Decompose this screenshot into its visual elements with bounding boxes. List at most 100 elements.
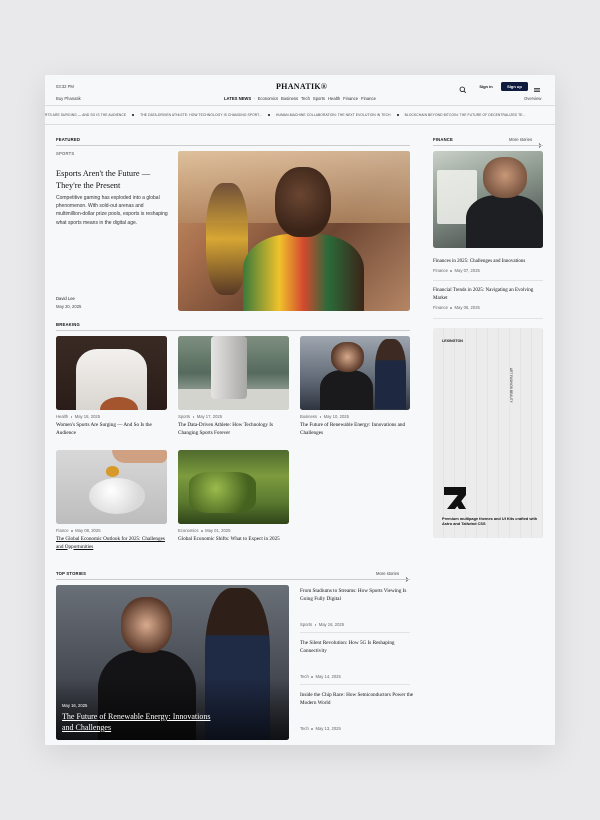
top-story-meta: Tech May 13, 2025 — [300, 726, 341, 731]
image-mossy-rock — [189, 472, 256, 513]
breaking-image[interactable] — [56, 336, 167, 410]
ad-side-text: ART FASHION BEAUTY — [509, 368, 513, 403]
ticker-item[interactable]: BLOCKCHAIN BEYOND BITCOIN: THE FUTURE OF… — [405, 113, 526, 117]
page: 03:32 PM PHANATIK® Sign in Sign up Buy P… — [45, 75, 555, 745]
menu-icon[interactable] — [532, 82, 542, 92]
top-stories-more-link[interactable]: More stories — [376, 571, 399, 576]
finance-story-title[interactable]: Financial Trends in 2025: Navigating an … — [433, 287, 537, 302]
ticker-dot — [267, 114, 270, 117]
top-story-hero-image[interactable]: May 16, 2025 The Future of Renewable Ene… — [56, 585, 289, 740]
overview-link[interactable]: Overview — [524, 96, 541, 101]
breaking-meta: Health May 18, 2025 — [56, 414, 100, 419]
breaking-card-title[interactable]: The Global Economic Outlook for 2025: Ch… — [56, 536, 167, 551]
nav-finance-2[interactable]: Finance — [361, 96, 376, 101]
hero-date: May 16, 2025 — [62, 703, 88, 708]
card-date: May 01, 2025 — [205, 528, 231, 533]
breaking-image[interactable] — [178, 450, 289, 524]
nav-health[interactable]: Health — [328, 96, 340, 101]
story-category[interactable]: Sports — [300, 622, 312, 627]
image-woman-body — [319, 370, 373, 410]
breaking-card-title[interactable]: The Data-Driven Athlete: How Technology … — [178, 422, 289, 437]
featured-title[interactable]: Esports Aren't the Future — They're the … — [56, 168, 168, 191]
story-divider — [300, 684, 410, 685]
featured-image[interactable] — [178, 151, 410, 311]
nav-latest-news[interactable]: LATES NEWS — [224, 96, 251, 101]
top-story-meta: Tech May 14, 2025 — [300, 674, 341, 679]
nav-economics[interactable]: Economics — [258, 96, 278, 101]
breaking-image[interactable] — [178, 336, 289, 410]
top-story-title[interactable]: Inside the Chip Race: How Semiconductors… — [300, 692, 415, 707]
story-category[interactable]: Tech — [300, 726, 309, 731]
ticker-item[interactable]: THE DATA-DRIVEN ATHLETE: HOW TECHNOLOGY … — [140, 113, 262, 117]
nav-business[interactable]: Business — [281, 96, 298, 101]
card-date: May 18, 2025 — [74, 414, 101, 419]
sign-up-button[interactable]: Sign up — [501, 82, 528, 91]
card-category[interactable]: Health — [56, 414, 68, 419]
ad-tagline: Premium multipage themes and UI Kits cra… — [442, 516, 538, 527]
buy-link[interactable]: Buy Phanatik — [56, 96, 81, 101]
card-category[interactable]: Business — [300, 414, 317, 419]
breaking-image[interactable] — [300, 336, 410, 410]
image-piggy-bank — [89, 478, 145, 514]
image-legs — [211, 336, 247, 399]
breaking-divider — [56, 330, 410, 331]
nav-separator: · — [254, 96, 256, 101]
story-category[interactable]: Finance — [433, 268, 448, 273]
top-story-meta: Sports May 16, 2025 — [300, 622, 344, 627]
finance-story-meta: Finance May 06, 2025 — [433, 305, 480, 310]
image-woman-head — [121, 597, 173, 654]
ticker-dot — [396, 114, 399, 117]
story-date: May 06, 2025 — [454, 305, 480, 310]
ticker-item[interactable]: HUMAN-MACHINE COLLABORATION: THE NEXT EV… — [276, 113, 391, 117]
breaking-card-title[interactable]: Global Economic Shifts: What to Expect i… — [178, 536, 289, 544]
story-category[interactable]: Finance — [433, 305, 448, 310]
nav-finance[interactable]: Finance — [343, 96, 358, 101]
sign-in-button[interactable]: Sign in — [473, 82, 499, 91]
top-stories-label: TOP STORIES — [56, 571, 87, 576]
search-icon[interactable] — [458, 82, 468, 94]
hero-title[interactable]: The Future of Renewable Energy: Innovati… — [62, 711, 222, 733]
image-athlete-body — [242, 234, 364, 311]
image-woman-head — [330, 341, 364, 372]
ad-banner[interactable]: LEXINGTON ART FASHION BEAUTY Premium mul… — [433, 328, 543, 538]
image-athlete-head — [275, 167, 332, 238]
card-date: May 17, 2025 — [196, 414, 223, 419]
breaking-label: BREAKING — [56, 322, 80, 327]
top-story-title[interactable]: From Stadiums to Streams: How Sports Vie… — [300, 588, 415, 603]
ticker-item[interactable]: RTS ARE SURGING — AND SO IS THE AUDIENCE — [45, 113, 126, 117]
finance-more-link[interactable]: More stories — [509, 137, 532, 142]
finance-story-title[interactable]: Finances in 2025: Challenges and Innovat… — [433, 258, 545, 266]
card-category[interactable]: Economics — [178, 528, 198, 533]
story-date: May 14, 2025 — [315, 674, 341, 679]
finance-item-divider — [433, 280, 543, 281]
clock-time: 03:32 PM — [56, 84, 74, 89]
news-ticker: RTS ARE SURGING — AND SO IS THE AUDIENCE… — [45, 113, 526, 117]
story-category[interactable]: Tech — [300, 674, 309, 679]
card-category[interactable]: Fiance — [56, 528, 69, 533]
ticker-divider — [45, 124, 555, 125]
story-divider — [300, 632, 410, 633]
featured-label: FEATURED — [56, 137, 81, 142]
nav-tech[interactable]: Tech — [301, 96, 310, 101]
breaking-card-title[interactable]: The Future of Renewable Energy: Innovati… — [300, 422, 410, 437]
finance-story-meta: Finance May 07, 2025 — [433, 268, 480, 273]
breaking-meta: Economics May 01, 2025 — [178, 528, 230, 533]
featured-author[interactable]: David Lee — [56, 296, 75, 301]
card-date: May 10, 2025 — [323, 414, 349, 419]
breaking-meta: Business May 10, 2025 — [300, 414, 349, 419]
top-story-title[interactable]: The Silent Revolution: How 5G Is Reshapi… — [300, 640, 415, 655]
finance-image[interactable] — [433, 151, 543, 248]
featured-category[interactable]: SPORTS — [56, 151, 74, 156]
main-nav: LATES NEWS · Economics Business Tech Spo… — [224, 96, 379, 101]
breaking-image[interactable] — [56, 450, 167, 524]
featured-date: May 20, 2025 — [56, 304, 82, 309]
site-logo[interactable]: PHANATIK® — [276, 82, 327, 91]
card-category[interactable]: Sports — [178, 414, 190, 419]
breaking-meta: Sports May 17, 2025 — [178, 414, 222, 419]
breaking-card-title[interactable]: Women's Sports Are Surging — And So Is t… — [56, 422, 167, 437]
nav-sports[interactable]: Sports — [313, 96, 325, 101]
top-stories-divider — [56, 579, 410, 580]
featured-divider — [56, 145, 410, 146]
story-date: May 13, 2025 — [315, 726, 341, 731]
story-date: May 07, 2025 — [454, 268, 480, 273]
